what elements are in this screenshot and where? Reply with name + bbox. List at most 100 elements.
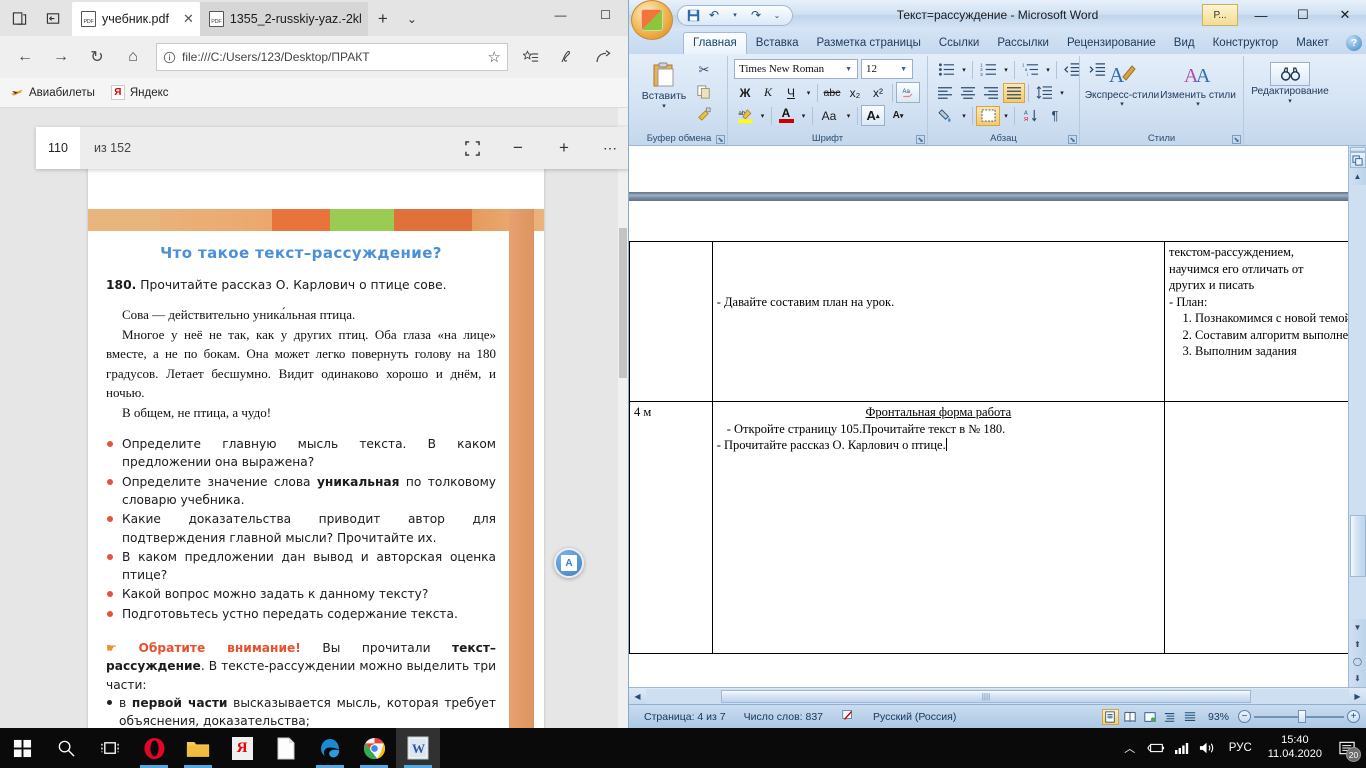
tab-layout[interactable]: Макет [1287,32,1338,54]
bullet-list-icon[interactable] [934,60,958,80]
document-canvas[interactable]: - Давайте составим план на урок. текстом… [629,146,1348,687]
italic-button[interactable]: К [757,82,779,103]
clipboard-dialog-launcher[interactable]: ⬊ [716,135,725,144]
align-left-icon[interactable] [934,83,956,103]
format-painter-icon[interactable] [693,104,715,124]
font-color-button[interactable]: A [775,105,797,126]
language-indicator[interactable]: РУС [1221,742,1260,754]
word-count[interactable]: Число слов: 837 [735,711,832,723]
chevron-down-icon[interactable]: ▾ [1057,82,1067,103]
action-center-button[interactable]: 20 [1330,728,1364,768]
chevron-down-icon[interactable]: ▾ [1120,101,1124,109]
undo-dropdown-icon[interactable]: ▾ [727,7,743,23]
scroll-left-button[interactable]: ◀ [629,689,646,704]
font-size-combo[interactable]: 12 ▼ [861,59,913,79]
scrollbar-thumb[interactable] [1349,515,1366,577]
pdf-vertical-scrollbar[interactable] [618,108,628,728]
scrollbar-track[interactable] [1349,185,1366,619]
web-layout-icon[interactable] [1142,709,1159,725]
new-tab-button[interactable]: + [368,2,398,36]
show-hidden-icons-button[interactable]: ︿ [1117,728,1143,768]
customize-qat-icon[interactable]: ⌄ [769,7,785,23]
read-aloud-button[interactable]: A [554,548,584,578]
zoom-in-button[interactable]: + [1347,710,1360,723]
outline-icon[interactable] [1162,709,1179,725]
underline-button[interactable]: Ч [780,82,802,103]
zoom-level[interactable]: 93% [1202,711,1235,723]
grow-font-button[interactable]: A ▴ [861,105,885,126]
undo-icon[interactable]: ↶ [706,7,722,23]
page-number-input[interactable]: 110 [36,127,80,169]
zoom-out-button[interactable]: − [495,127,541,169]
chevron-down-icon[interactable]: ▾ [1196,101,1200,109]
multilevel-list-icon[interactable]: 1ai [1018,60,1042,80]
favorites-list-icon[interactable] [514,41,548,73]
next-page-button[interactable]: ⬇ [1350,670,1366,687]
subscript-button[interactable]: x₂ [844,82,866,103]
change-styles-button[interactable]: AA Изменить стили ▾ [1160,58,1236,109]
zoom-out-button[interactable]: − [1238,710,1251,723]
maximize-button[interactable]: ☐ [583,0,628,30]
more-options-icon[interactable]: ⋯ [587,127,628,169]
shading-icon[interactable] [934,106,958,126]
zoom-in-button[interactable]: + [541,127,587,169]
cell-time[interactable] [629,241,713,402]
taskbar-item-opera[interactable] [132,728,176,768]
full-screen-reading-icon[interactable] [1122,709,1139,725]
page-indicator[interactable]: Страница: 4 из 7 [635,711,735,723]
lesson-plan-table[interactable]: - Давайте составим план на урок. текстом… [629,241,1348,654]
chevron-down-icon[interactable]: ▾ [959,105,969,126]
slider-knob[interactable] [1298,710,1306,723]
copy-icon[interactable] [693,82,715,102]
contextual-tab-label[interactable]: Р... [1202,4,1238,26]
paragraph-dialog-launcher[interactable]: ⬊ [1068,135,1077,144]
clock[interactable]: 15:40 11.04.2020 [1260,734,1330,762]
paste-button[interactable]: Вставить ▾ [635,58,693,110]
zoom-slider[interactable] [1254,710,1344,724]
cell-planned-results[interactable] [1164,401,1348,654]
cell-activity[interactable]: Фронтальная форма работа - Откройте стра… [711,401,1166,654]
close-icon[interactable]: ✕ [183,11,194,27]
minimize-button[interactable]: — [1240,2,1282,28]
volume-icon[interactable] [1195,728,1221,768]
set-tabs-aside-icon[interactable] [36,2,70,34]
favorite-item-0[interactable]: Авиабилеты [10,86,95,99]
proofing-errors-icon[interactable] [832,708,864,725]
tab-review[interactable]: Рецензирование [1058,32,1165,54]
show-formatting-marks-icon[interactable]: ¶ [1043,106,1067,126]
quick-styles-button[interactable]: A Экспресс-стили ▾ [1084,58,1160,109]
taskbar-item-chrome[interactable] [352,728,396,768]
tab-page-layout[interactable]: Разметка страницы [808,32,930,54]
share-icon[interactable] [586,41,620,73]
tab-insert[interactable]: Вставка [747,32,808,54]
cell-planned-results[interactable]: текстом-рассуждением, научимся его отлич… [1164,241,1348,402]
save-icon[interactable] [685,7,701,23]
tab-preview-icon[interactable] [2,2,36,34]
cut-icon[interactable]: ✂ [693,60,715,80]
home-icon[interactable]: ⌂ [116,41,150,73]
browser-tab-1[interactable]: PDF 1355_2-russkiy-yaz.-2kl [199,2,368,36]
strikethrough-button[interactable]: abc [821,82,843,103]
battery-icon[interactable] [1143,728,1169,768]
favorite-item-1[interactable]: Я Яндекс [110,85,169,100]
change-case-dropdown-icon[interactable]: ▾ [843,105,854,126]
chevron-down-icon[interactable]: ▾ [1288,97,1292,105]
scroll-down-button[interactable]: ▼ [1350,619,1366,636]
cell-time[interactable]: 4 м [629,401,713,654]
select-object-button[interactable]: ◯ [1350,653,1366,670]
clear-formatting-icon[interactable]: Aa [896,82,920,103]
shrink-font-button[interactable]: A ▾ [886,105,910,126]
taskbar-item-file-explorer[interactable] [176,728,220,768]
chevron-down-icon[interactable]: ▾ [1001,59,1011,80]
font-name-combo[interactable]: Times New Roman ▼ [734,59,858,79]
fit-page-icon[interactable] [449,127,495,169]
highlight-color-button[interactable]: ab [734,105,756,126]
minimize-button[interactable]: — [538,0,583,30]
change-case-button[interactable]: Aa [816,105,842,126]
sort-icon[interactable]: AЯ [1018,106,1042,126]
underline-dropdown-icon[interactable]: ▾ [803,82,814,103]
task-view-button[interactable] [88,728,132,768]
chevron-down-icon[interactable]: ▼ [897,65,910,73]
chevron-down-icon[interactable]: ▾ [959,59,969,80]
back-icon[interactable]: ← [8,41,42,73]
